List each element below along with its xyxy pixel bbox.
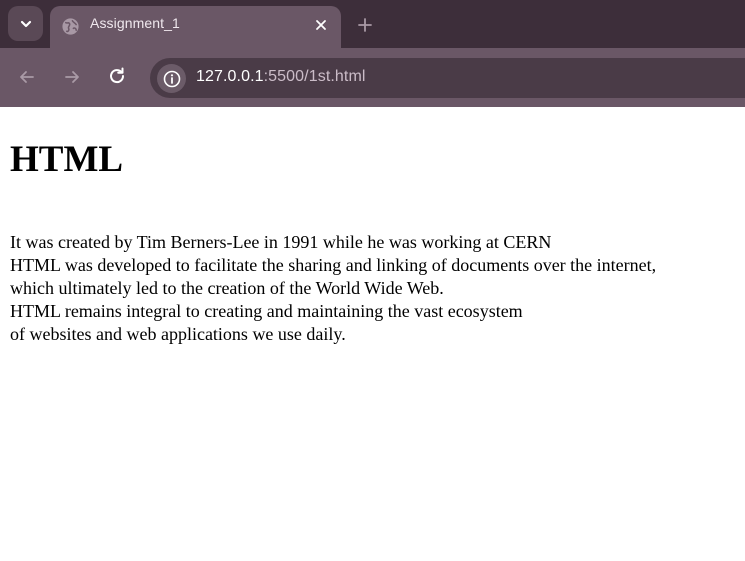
site-info-button[interactable]: [157, 64, 186, 93]
tab-search-button[interactable]: [8, 6, 43, 41]
body-paragraph: It was created by Tim Berners-Lee in 199…: [10, 231, 656, 346]
browser-chrome: Assignment_1 127.0.0.1:5500/1st.html: [0, 0, 745, 107]
page-heading: HTML: [10, 139, 124, 180]
url-host: 127.0.0.1: [196, 68, 264, 85]
info-icon: [163, 70, 180, 87]
back-button[interactable]: [14, 64, 40, 90]
plus-icon: [358, 18, 372, 32]
tab-strip: Assignment_1: [0, 0, 745, 48]
forward-arrow-icon: [65, 71, 79, 83]
reload-icon: [110, 67, 125, 84]
body-line: HTML remains integral to creating and ma…: [10, 301, 523, 321]
tab-close-button[interactable]: [311, 15, 331, 35]
url-text: 127.0.0.1:5500/1st.html: [196, 68, 366, 86]
forward-button[interactable]: [59, 64, 85, 90]
url-path: :5500/1st.html: [263, 68, 366, 85]
new-tab-button[interactable]: [352, 12, 378, 38]
chevron-down-icon: [20, 20, 31, 27]
toolbar: 127.0.0.1:5500/1st.html: [0, 48, 745, 107]
tab-active[interactable]: Assignment_1: [50, 6, 341, 48]
globe-icon: [62, 18, 79, 35]
body-line: of websites and web applications we use …: [10, 324, 346, 344]
body-line: which ultimately led to the creation of …: [10, 278, 444, 298]
tab-title: Assignment_1: [90, 15, 180, 31]
address-bar[interactable]: 127.0.0.1:5500/1st.html: [150, 58, 745, 98]
back-arrow-icon: [20, 71, 34, 83]
body-line: HTML was developed to facilitate the sha…: [10, 255, 657, 275]
close-icon: [316, 20, 326, 30]
body-line: It was created by Tim Berners-Lee in 199…: [10, 232, 552, 252]
reload-button[interactable]: [104, 63, 130, 89]
page-content: HTML It was created by Tim Berners-Lee i…: [0, 107, 745, 561]
